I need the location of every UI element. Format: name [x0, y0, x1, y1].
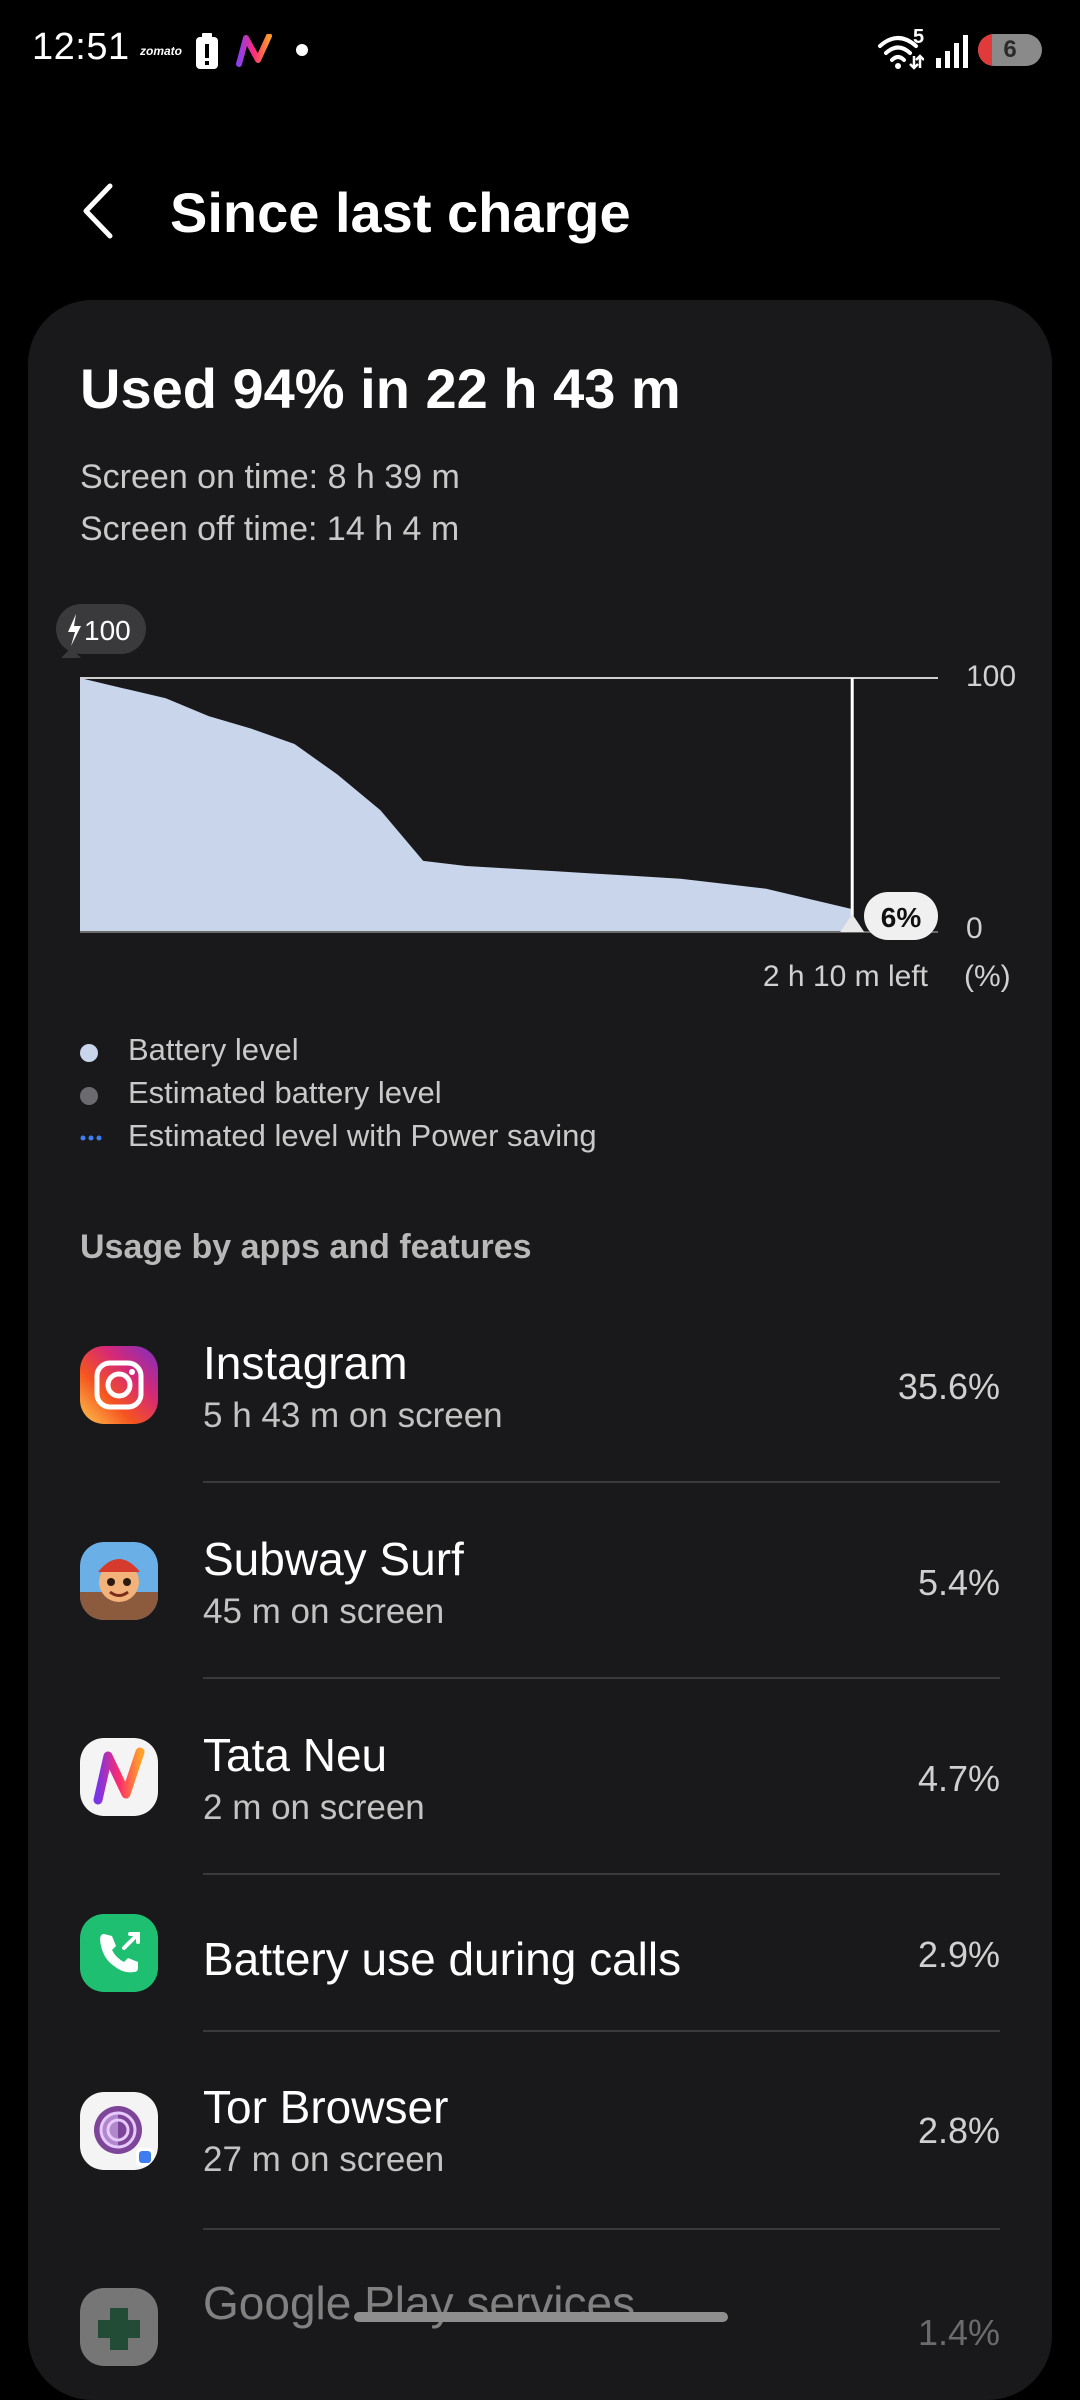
app-percent: 2.9% [917, 1934, 1000, 1975]
app-row-calls[interactable]: Battery use during calls 2.9% [28, 1888, 1052, 2028]
unit-label: (%) [964, 960, 1011, 993]
app-percent: 5.4% [917, 1562, 1000, 1603]
app-screen-time: 5 h 43 m on screen [203, 1396, 503, 1435]
app-percent: 2.8% [917, 2110, 1000, 2151]
battery-level-area [80, 678, 853, 932]
current-badge-value: 6% [881, 902, 922, 933]
app-row-instagram[interactable]: Instagram 5 h 43 m on screen 35.6% [28, 1300, 1052, 1480]
app-screen-time: 2 m on screen [203, 1788, 425, 1827]
app-screen-time: 45 m on screen [203, 1592, 445, 1631]
app-row-subway-surf[interactable]: Subway Surf 45 m on screen 5.4% [28, 1496, 1052, 1676]
start-badge-value: 100 [84, 615, 131, 646]
divider [203, 2228, 1000, 2230]
app-percent: 4.7% [917, 1758, 1000, 1799]
app-name: Subway Surf [203, 1533, 464, 1585]
app-row-tata-neu[interactable]: Tata Neu 2 m on screen 4.7% [28, 1692, 1052, 1872]
instagram-icon [80, 1346, 158, 1424]
legend-dot [80, 1044, 98, 1062]
tata-neu-icon [80, 1738, 158, 1816]
google-play-services-icon [80, 2288, 158, 2366]
y-min-label: 0 [966, 912, 983, 945]
usage-section-title: Usage by apps and features [80, 1228, 532, 1266]
start-charge-badge: 100 [56, 604, 146, 658]
legend-dashes [80, 1135, 102, 1141]
app-percent: 1.4% [917, 2312, 1000, 2353]
phone-icon [80, 1914, 158, 1992]
divider [203, 2030, 1000, 2032]
app-name: Tata Neu [203, 1729, 388, 1781]
y-max-label: 100 [966, 660, 1016, 693]
app-row-tor-browser[interactable]: Tor Browser 27 m on screen 2.8% [28, 2044, 1052, 2224]
app-name: Battery use during calls [203, 1933, 682, 1985]
app-row-google-play-services[interactable]: Google Play services 1.4% [28, 2240, 1052, 2366]
tor-browser-icon [80, 2092, 158, 2170]
divider [203, 1481, 1000, 1483]
app-screen-time: 27 m on screen [203, 2140, 445, 2179]
divider [203, 1677, 1000, 1679]
divider [203, 1873, 1000, 1875]
battery-chart[interactable]: 100 0 (%) 2 h 10 m left 100 6% [0, 0, 1080, 1000]
home-indicator[interactable] [354, 2312, 728, 2322]
time-left-label: 2 h 10 m left [763, 960, 929, 993]
app-name: Tor Browser [203, 2081, 449, 2133]
legend-dot [80, 1087, 98, 1105]
app-percent: 35.6% [897, 1366, 1000, 1407]
subway-surf-icon [80, 1542, 158, 1620]
app-name: Instagram [203, 1337, 408, 1389]
current-level-badge: 6% [864, 892, 938, 940]
